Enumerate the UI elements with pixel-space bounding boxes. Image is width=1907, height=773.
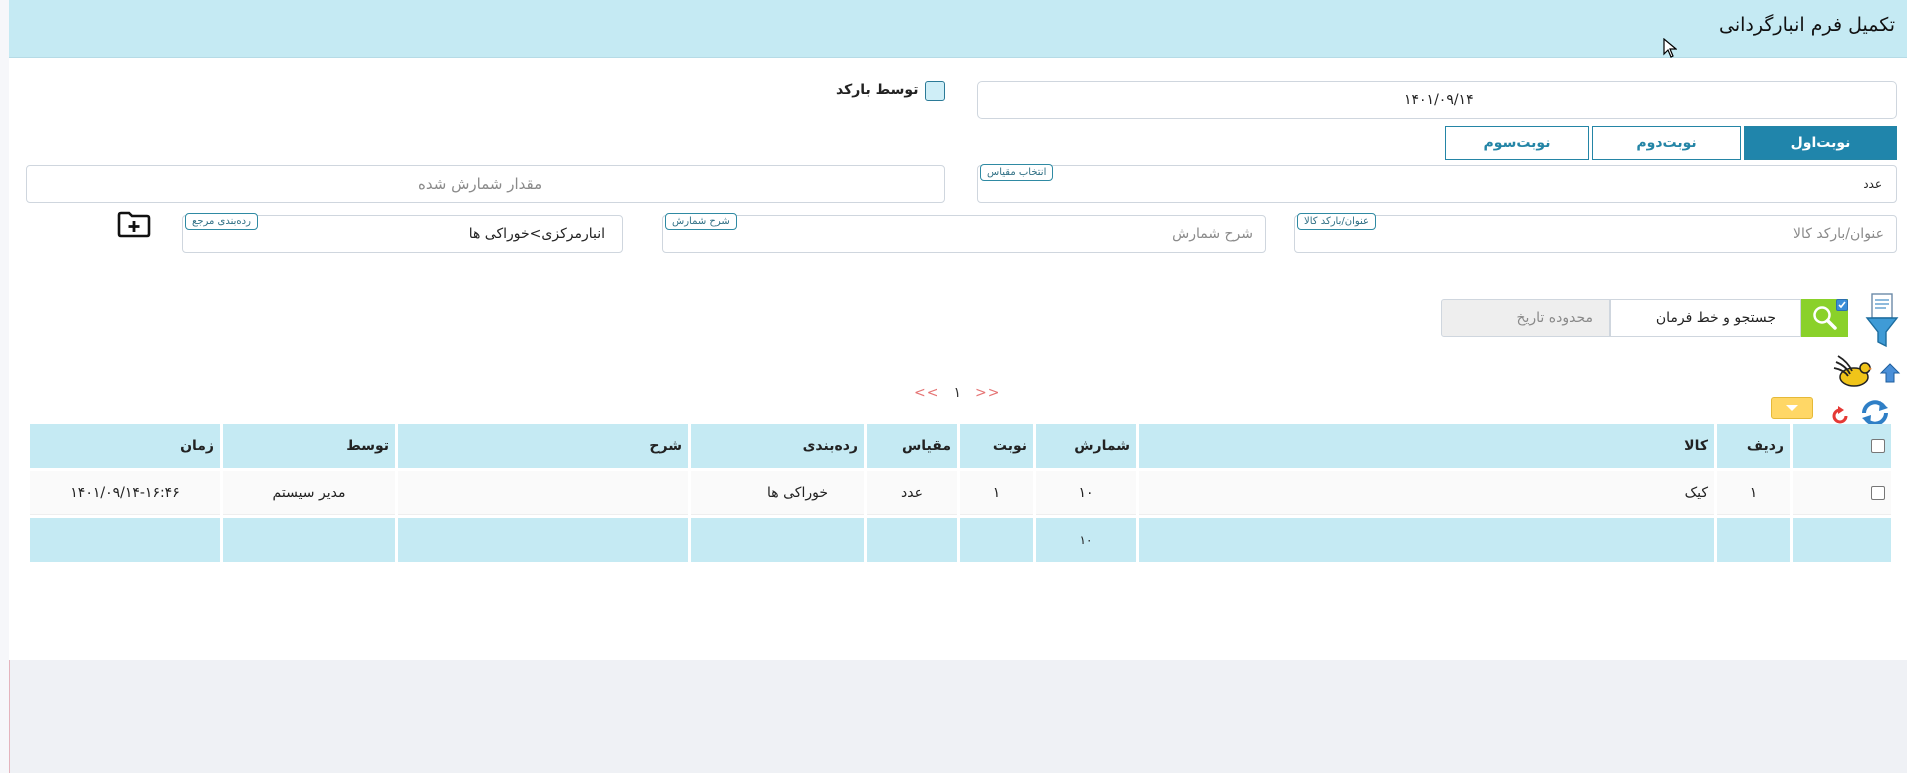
select-all-checkbox[interactable]	[1871, 439, 1885, 453]
date-value: ۱۴۰۱/۰۹/۱۴	[1404, 92, 1474, 108]
table-header-row: ردیف کالا شمارش نوبت مقیاس رده‌بندی شرح …	[30, 424, 1891, 468]
row-checkbox[interactable]	[1871, 486, 1885, 500]
table-footer-row: ۱۰	[30, 518, 1891, 562]
dropdown-toggle[interactable]	[1771, 397, 1813, 419]
title-bar: تکمیل فرم انبارگردانی	[9, 0, 1907, 58]
tab-shift-third[interactable]: نوبت‌سوم	[1445, 126, 1589, 160]
category-value: انبارمرکزی>خوراکی ها	[468, 226, 605, 242]
product-placeholder: عنوان/بارکد کالا	[1793, 226, 1884, 242]
footer-count-total: ۱۰	[1036, 518, 1136, 562]
cell-count: ۱۰	[1036, 471, 1136, 515]
unit-value: عدد	[1863, 177, 1882, 191]
cell-product: کیک	[1139, 471, 1714, 515]
table-row[interactable]: ۱ کیک ۱۰ ۱ عدد خوراکی ها مدیر سیستم ۱۴۰۱…	[30, 471, 1891, 515]
main-panel: تکمیل فرم انبارگردانی ۱۴۰۱/۰۹/۱۴ توسط با…	[9, 0, 1907, 660]
cell-description	[398, 471, 688, 515]
search-enabled-checkbox[interactable]	[1836, 299, 1848, 311]
bird-icon[interactable]	[1832, 354, 1872, 390]
header-by[interactable]: توسط	[223, 424, 395, 468]
count-description-tag: شرح شمارش	[665, 213, 737, 230]
magnifier-icon	[1812, 306, 1837, 330]
count-amount-placeholder: مقدار شمارش شده	[418, 175, 543, 193]
cell-row-number: ۱	[1717, 471, 1790, 515]
header-count[interactable]: شمارش	[1036, 424, 1136, 468]
folder-plus-icon[interactable]	[117, 210, 151, 238]
command-value: جستجو و خط فرمان	[1655, 310, 1776, 326]
barcode-checkbox[interactable]	[925, 81, 945, 101]
header-unit[interactable]: مقیاس	[867, 424, 957, 468]
date-range-input[interactable]: محدوده تاریخ	[1441, 299, 1610, 337]
header-category[interactable]: رده‌بندی	[691, 424, 864, 468]
cell-shift: ۱	[960, 471, 1033, 515]
unit-select[interactable]: عدد	[977, 165, 1897, 203]
pager-page[interactable]: ۱	[953, 385, 961, 401]
cell-by: مدیر سیستم	[223, 471, 395, 515]
inventory-table: ردیف کالا شمارش نوبت مقیاس رده‌بندی شرح …	[27, 421, 1894, 565]
barcode-label: توسط بارکد	[836, 82, 919, 98]
date-field[interactable]: ۱۴۰۱/۰۹/۱۴	[977, 81, 1897, 119]
select-all-header	[1793, 424, 1891, 468]
header-product[interactable]: کالا	[1139, 424, 1714, 468]
caret-down-icon	[1786, 405, 1798, 411]
date-range-placeholder: محدوده تاریخ	[1516, 310, 1593, 326]
cell-category: خوراکی ها	[691, 471, 864, 515]
product-tag: عنوان/بارکد کالا	[1297, 213, 1376, 230]
pager-prev[interactable]: <<	[914, 385, 939, 401]
tab-shift-second[interactable]: نوبت‌دوم	[1592, 126, 1741, 160]
header-description[interactable]: شرح	[398, 424, 688, 468]
header-shift[interactable]: نوبت	[960, 424, 1033, 468]
row-select-cell	[1793, 471, 1891, 515]
count-description-input[interactable]: شرح شمارش	[662, 215, 1266, 253]
count-amount-input[interactable]: مقدار شمارش شده	[26, 165, 945, 203]
page-title: تکمیل فرم انبارگردانی	[1719, 14, 1895, 36]
upload-arrow-icon[interactable]	[1879, 362, 1901, 384]
command-input[interactable]: جستجو و خط فرمان	[1610, 299, 1801, 337]
product-input[interactable]: عنوان/بارکد کالا	[1294, 215, 1897, 253]
header-time[interactable]: زمان	[30, 424, 220, 468]
pager: << ۱ >>	[914, 385, 1000, 401]
category-tag: رده‌بندی مرجع	[185, 213, 258, 230]
tab-shift-first[interactable]: نوبت‌اول	[1744, 126, 1897, 160]
cell-unit: عدد	[867, 471, 957, 515]
header-row-number[interactable]: ردیف	[1717, 424, 1790, 468]
pager-next[interactable]: >>	[975, 385, 1000, 401]
cell-time: ۱۴۰۱/۰۹/۱۴-۱۶:۴۶	[30, 471, 220, 515]
filter-funnel-icon[interactable]	[1864, 292, 1900, 350]
unit-select-tag[interactable]: انتخاب مقیاس	[980, 164, 1054, 181]
count-description-placeholder: شرح شمارش	[1172, 226, 1253, 242]
mouse-cursor-icon	[1663, 37, 1678, 62]
